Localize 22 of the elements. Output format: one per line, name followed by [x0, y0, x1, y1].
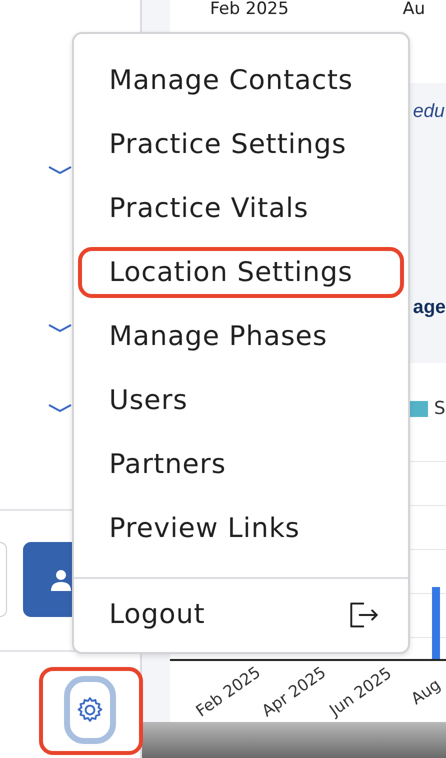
- settings-icon: [75, 695, 105, 725]
- chevron-down-icon[interactable]: [48, 323, 72, 333]
- menu-item[interactable]: Practice Vitals: [78, 182, 404, 234]
- menu-item[interactable]: Practice Settings: [78, 118, 404, 170]
- panel-title: age: [413, 297, 446, 319]
- legend-label: S: [434, 398, 446, 419]
- menu-item[interactable]: Manage Phases: [78, 310, 404, 362]
- chevron-down-icon[interactable]: [48, 403, 72, 413]
- settings-button[interactable]: [64, 676, 116, 744]
- menu-item[interactable]: Location Settings: [78, 246, 404, 298]
- logout-icon: [348, 600, 380, 628]
- axis-label: Au: [402, 0, 426, 21]
- menu-item[interactable]: Manage Contacts: [78, 54, 404, 106]
- logout-item[interactable]: Logout: [74, 585, 408, 644]
- menu-item[interactable]: Users: [78, 374, 404, 426]
- axis-label: Aug: [408, 674, 444, 708]
- axis-label: Feb 2025: [210, 0, 289, 21]
- menu-item[interactable]: Partners: [78, 438, 404, 490]
- chevron-down-icon[interactable]: [48, 165, 72, 175]
- menu-item[interactable]: Preview Links: [78, 502, 404, 554]
- chart-bar: [432, 587, 440, 659]
- section-heading: edu: [413, 101, 446, 123]
